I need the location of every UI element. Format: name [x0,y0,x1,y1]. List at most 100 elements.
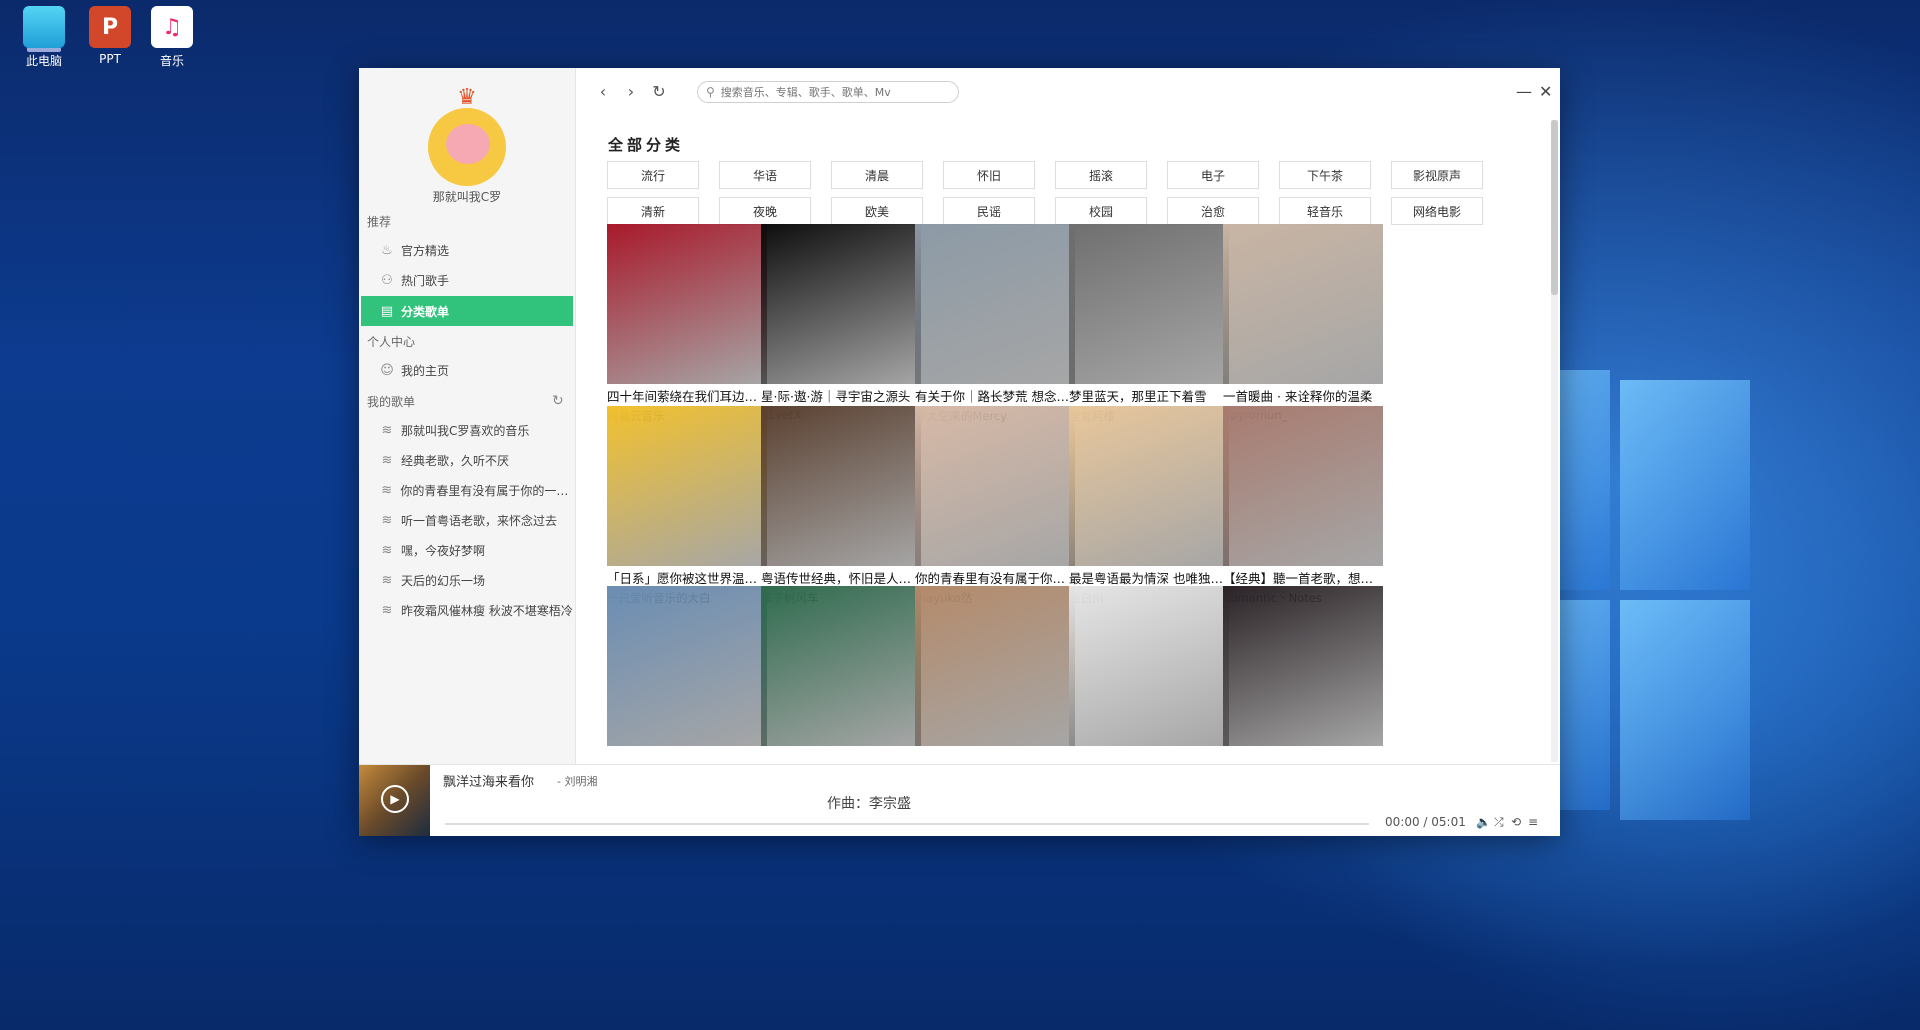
sidebar-item-my-home[interactable]: ☺ 我的主页 [361,355,573,385]
playlist-card[interactable]: 粤语传世经典，怀旧是人的本能橘子树风车 [761,406,921,606]
reload-icon[interactable]: ↻ [648,80,670,102]
category-button[interactable]: 校园 [1055,197,1147,225]
user-icon: ⚇ [381,272,393,288]
category-content: 全部分类 流行 华语 清晨 怀旧 摇滚 电子 下午茶 影视原声 清新 夜晚 欧美… [576,118,1560,764]
category-button[interactable]: 清新 [607,197,699,225]
category-button[interactable]: 欧美 [831,197,923,225]
playlist-cover[interactable] [1069,406,1229,566]
playlist-card[interactable] [915,586,1075,751]
section-personal: 个人中心 [367,335,416,349]
sidebar: ♛ 那就叫我C罗 推荐 ♨ 官方精选 ⚇ 热门歌手 ▤ 分类歌单 个人中心 ☺ … [359,68,576,764]
music-app-window: ♛ 那就叫我C罗 推荐 ♨ 官方精选 ⚇ 热门歌手 ▤ 分类歌单 个人中心 ☺ … [359,68,1560,836]
playlist-card[interactable]: 你的青春里有没有属于你的一首歌mayuko然 [915,406,1075,606]
playlist-title[interactable]: 一首暖曲 · 来诠释你的温柔 [1223,386,1383,405]
category-button[interactable]: 清晨 [831,161,923,189]
sidebar-item-category-playlists[interactable]: ▤ 分类歌单 [361,296,573,326]
play-icon[interactable]: ▶ [381,785,409,813]
smile-icon: ☺ [380,362,394,378]
category-button[interactable]: 治愈 [1167,197,1259,225]
category-button[interactable]: 摇滚 [1055,161,1147,189]
playlist-card[interactable] [607,586,767,751]
playlist-card[interactable] [1223,586,1383,751]
playlist-card[interactable] [1069,586,1229,751]
sidebar-playlist-item[interactable]: ≋ 听一首粤语老歌，来怀念过去 [361,505,573,535]
desktop-icon-music[interactable]: ♫ 音乐 [142,6,202,69]
playlist-cover[interactable] [915,586,1075,746]
now-playing-artist: - 刘明湘 [557,775,598,788]
playlist-cover[interactable] [761,224,921,384]
avatar[interactable]: ♛ [428,86,506,186]
sidebar-playlist-item[interactable]: ≋ 经典老歌，久听不厌 [361,445,573,475]
playlist-card[interactable]: 一首暖曲 · 来诠释你的温柔Spyromun_ [1223,224,1383,422]
desktop-icon-ppt[interactable]: P PPT [80,6,140,66]
playlist-title[interactable]: 你的青春里有没有属于你的一首歌 [915,568,1075,587]
category-button[interactable]: 怀旧 [943,161,1035,189]
playlist-title[interactable]: 粤语传世经典，怀旧是人的本能 [761,568,921,587]
sidebar-playlist-item[interactable]: ≋ 嘿，今夜好梦啊 [361,535,573,565]
playlist-title[interactable]: 最是粤语最为情深 也唯独粤语 [1069,568,1229,587]
repeat-icon[interactable]: ⟲ [1511,815,1521,829]
minimize-icon[interactable]: — [1516,82,1532,101]
back-icon[interactable]: ‹ [592,80,614,102]
sidebar-item-official[interactable]: ♨ 官方精选 [361,235,573,265]
category-button[interactable]: 华语 [719,161,811,189]
sidebar-playlist-item[interactable]: ≋ 天后的幻乐一场 [361,565,573,595]
playlist-title[interactable]: 有关于你｜路长梦荒 想念成疾 [915,386,1075,405]
category-button[interactable]: 轻音乐 [1279,197,1371,225]
category-button[interactable]: 夜晚 [719,197,811,225]
search-icon: ⚲ [706,85,715,99]
playlist-cover[interactable] [761,586,921,746]
playlist-cover[interactable] [1223,224,1383,384]
playlist-cover[interactable] [761,406,921,566]
close-icon[interactable]: ✕ [1539,82,1552,101]
playlist-cover[interactable] [607,406,767,566]
playlist-cover[interactable] [607,224,767,384]
playlist-cover[interactable] [915,406,1075,566]
playlist-title[interactable]: 四十年间萦绕在我们耳边的旋律 [607,386,767,405]
forward-icon[interactable]: › [620,80,642,102]
playlist-card[interactable]: 梦里蓝天，那里正下着雪重复阿楼 [1069,224,1229,424]
playlist-title[interactable]: 梦里蓝天，那里正下着雪 [1069,386,1229,405]
playlist-cover[interactable] [1069,586,1229,746]
category-button[interactable]: 流行 [607,161,699,189]
sidebar-playlist-item[interactable]: ≋ 你的青春里有没有属于你的一首歌 [361,475,573,505]
playlist-card[interactable]: 最是粤语最为情深 也唯独粤语鹿白川 [1069,406,1229,606]
now-playing-cover[interactable]: ▶ [359,765,430,836]
playlist-cover[interactable] [1223,406,1383,566]
playlist-card[interactable]: 有关于你｜路长梦荒 想念成疾外太空来的Mercy [915,224,1075,424]
playlist-cover[interactable] [915,224,1075,384]
category-button[interactable]: 影视原声 [1391,161,1483,189]
category-button[interactable]: 民谣 [943,197,1035,225]
scrollbar[interactable] [1551,120,1558,762]
computer-icon [23,6,65,48]
section-recommend: 推荐 [367,215,392,229]
playlist-menu-icon[interactable]: ≡ [1528,815,1538,829]
volume-icon[interactable]: 🔈 [1476,815,1491,829]
progress-bar[interactable] [445,823,1369,825]
category-button[interactable]: 网络电影 [1391,197,1483,225]
playlist-card[interactable] [761,586,921,751]
playlist-card[interactable]: 星·际·遨·游｜寻宇宙之源头ALvetX [761,224,921,422]
playlist-cover[interactable] [1223,586,1383,746]
playlist-title[interactable]: 「日系」愿你被这世界温柔以待 [607,568,767,587]
playlist-cover[interactable] [607,586,767,746]
username[interactable]: 那就叫我C罗 [359,188,575,205]
scrollbar-thumb[interactable] [1551,120,1558,295]
playlist-card[interactable]: 四十年间萦绕在我们耳边的旋律网易云音乐 [607,224,767,424]
search-input[interactable] [718,84,943,100]
sidebar-playlist-item[interactable]: ≋ 那就叫我C罗喜欢的音乐 [361,415,573,445]
playlist-card[interactable]: 「日系」愿你被这世界温柔以待一只爱听音乐的大白 [607,406,767,606]
playlist-card[interactable]: 【经典】聽一首老歌，想一個人Romantic丶Notes [1223,406,1383,606]
playlist-title[interactable]: 星·际·遨·游｜寻宇宙之源头 [761,386,921,405]
playlist-cover[interactable] [1069,224,1229,384]
search-box[interactable]: ⚲ [697,81,959,103]
category-button[interactable]: 下午茶 [1279,161,1371,189]
sidebar-item-hot-singers[interactable]: ⚇ 热门歌手 [361,265,573,295]
playlist-title[interactable]: 【经典】聽一首老歌，想一個人 [1223,568,1383,587]
desktop-icon-this-pc[interactable]: 此电脑 [14,6,74,69]
refresh-icon[interactable]: ↻ [552,393,564,409]
shuffle-icon[interactable]: ⤮ [1494,815,1504,830]
powerpoint-icon: P [89,6,131,48]
category-button[interactable]: 电子 [1167,161,1259,189]
sidebar-playlist-item[interactable]: ≋ 昨夜霜风催林瘦 秋波不堪寒梧冷 [361,595,573,625]
